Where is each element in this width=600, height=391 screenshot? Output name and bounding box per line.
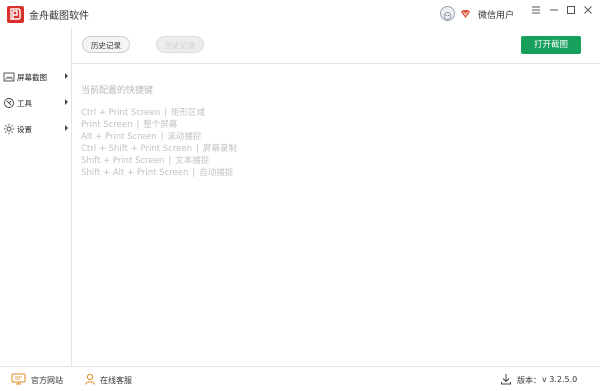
- shortcut-action: 滚动捕捉: [167, 132, 202, 142]
- shortcut-row: Shift + Print Screen | 文本捕捉: [81, 156, 210, 166]
- sidebar-item-label: 屏幕截图: [17, 73, 47, 82]
- sidebar-item-screenshot[interactable]: 屏幕截图: [0, 68, 71, 88]
- shortcut-row: Alt + Print Screen | 滚动捕捉: [81, 132, 202, 142]
- title-bar: 金舟截图软件 微信用户: [0, 0, 600, 28]
- shortcut-row: Ctrl + Shift + Print Screen | 屏幕录制: [81, 144, 237, 154]
- disabled-button[interactable]: 历史记录: [156, 36, 204, 53]
- app-title: 金舟截图软件: [29, 11, 89, 22]
- shortcut-row: Print Screen | 整个屏幕: [81, 120, 178, 130]
- chevron-right-icon: [65, 73, 68, 79]
- shortcut-action: 整个屏幕: [143, 120, 178, 130]
- shortcut-keys: Print Screen: [81, 120, 133, 130]
- maximize-icon[interactable]: [563, 4, 579, 22]
- minimize-icon[interactable]: [546, 4, 562, 22]
- gear-icon: [3, 123, 15, 135]
- history-button[interactable]: 历史记录: [82, 36, 130, 53]
- logo-glyph-icon: [10, 8, 21, 20]
- toolbar: 历史记录 历史记录 打开截图: [72, 28, 600, 64]
- shortcut-keys: Shift + Alt + Print Screen: [81, 168, 189, 178]
- version-value: v 3.2.5.0: [542, 375, 578, 384]
- shortcut-keys: Shift + Print Screen: [81, 156, 165, 166]
- shortcut-action: 屏幕录制: [202, 144, 237, 154]
- service-link[interactable]: 在线客服: [100, 375, 132, 386]
- shortcut-keys: Ctrl + Shift + Print Screen: [81, 144, 192, 154]
- chevron-right-icon: [65, 99, 68, 105]
- avatar-face-icon: [443, 12, 452, 20]
- sidebar-item-settings[interactable]: 设置: [0, 120, 71, 140]
- footer: 官方网站 在线客服 版本： v 3.2.5.0: [0, 366, 600, 391]
- close-icon[interactable]: [580, 4, 596, 22]
- shortcut-hint-panel: 当前配置的快捷键 Ctrl + Print Screen | 矩形区域 Print …: [81, 83, 237, 179]
- sidebar-item-label: 设置: [17, 125, 32, 134]
- chevron-right-icon: [65, 125, 68, 131]
- website-monitor-icon[interactable]: [11, 373, 26, 385]
- shortcut-action: 文本捕捉: [175, 156, 210, 166]
- shortcut-hint-title: 当前配置的快捷键: [81, 86, 154, 96]
- shortcut-keys: Ctrl + Print Screen: [81, 108, 161, 118]
- customer-service-icon[interactable]: [84, 373, 96, 385]
- app-logo: [7, 6, 24, 23]
- sidebar-item-tools[interactable]: 工具: [0, 94, 71, 114]
- screenshot-icon: [3, 72, 15, 82]
- menu-icon[interactable]: [528, 4, 544, 22]
- sidebar-item-label: 工具: [17, 99, 32, 108]
- vip-diamond-icon[interactable]: [460, 9, 471, 19]
- shortcut-keys: Alt + Print Screen: [81, 132, 157, 142]
- download-update-icon[interactable]: [500, 373, 512, 385]
- version-label: 版本：: [517, 376, 541, 385]
- username[interactable]: 微信用户: [478, 8, 514, 21]
- shortcut-action: 自动捕捉: [199, 168, 234, 178]
- tools-icon: [4, 98, 14, 108]
- open-screenshot-button[interactable]: 打开截图: [521, 36, 581, 54]
- shortcut-action: 矩形区域: [171, 108, 206, 118]
- website-link[interactable]: 官方网站: [31, 375, 63, 386]
- sidebar: 屏幕截图 工具 设置: [0, 28, 72, 366]
- user-avatar[interactable]: [440, 6, 455, 21]
- shortcut-row: Shift + Alt + Print Screen | 自动捕捉: [81, 168, 234, 178]
- shortcut-row: Ctrl + Print Screen | 矩形区域: [81, 108, 206, 118]
